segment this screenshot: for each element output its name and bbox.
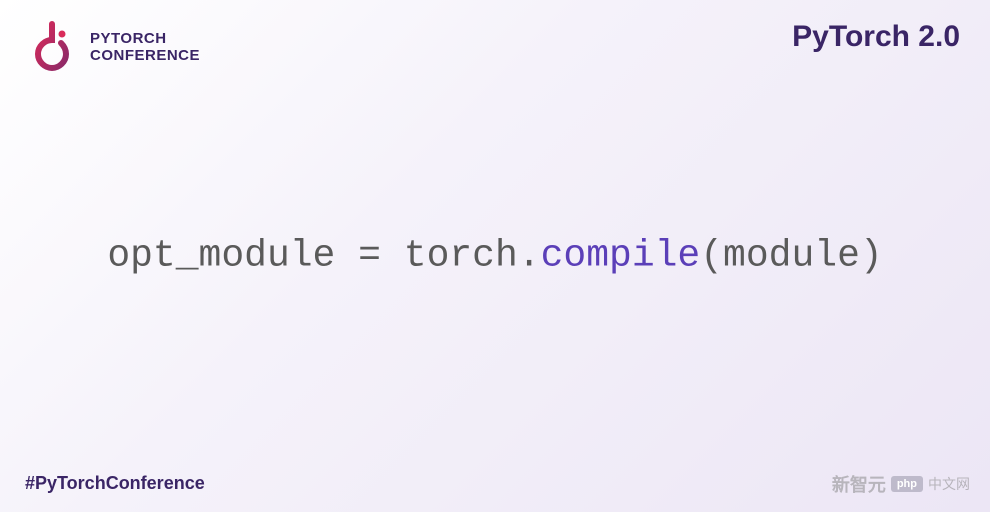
code-method: compile <box>541 235 701 278</box>
footer-hashtag: #PyTorchConference <box>25 473 205 494</box>
header: PYTORCH CONFERENCE PyTorch 2.0 <box>0 0 990 75</box>
logo-section: PYTORCH CONFERENCE <box>25 20 200 75</box>
code-snippet: opt_module = torch.compile(module) <box>107 235 882 278</box>
watermark-text2: 中文网 <box>928 474 970 494</box>
logo-text: PYTORCH CONFERENCE <box>90 31 200 64</box>
watermark: 新智元 php 中文网 <box>832 471 970 497</box>
code-args: (module) <box>700 235 882 278</box>
logo-text-line1: PYTORCH <box>90 31 200 48</box>
code-assign: opt_module = torch. <box>107 235 540 278</box>
logo-text-line2: CONFERENCE <box>90 48 200 65</box>
pytorch-flame-icon <box>25 20 80 75</box>
watermark-text1: 新智元 <box>832 471 886 497</box>
php-badge: php <box>891 476 923 492</box>
page-title: PyTorch 2.0 <box>792 20 960 54</box>
